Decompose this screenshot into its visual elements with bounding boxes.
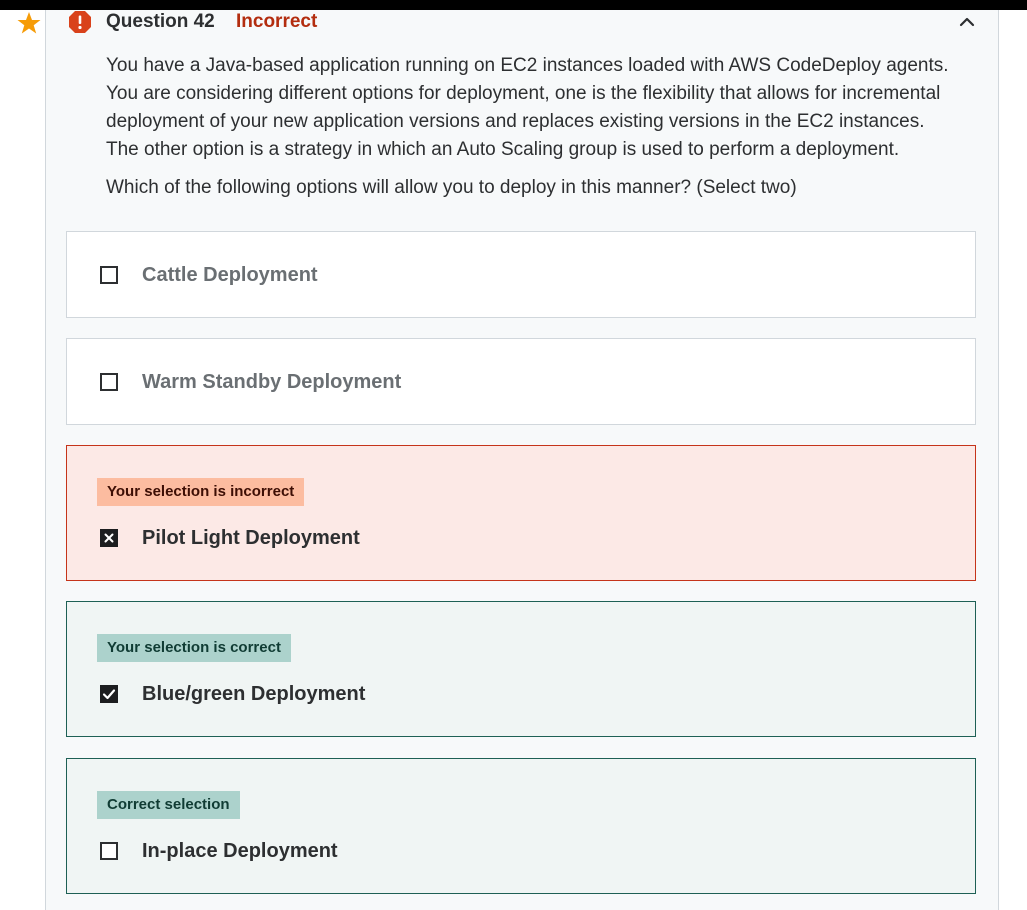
checkbox-empty-icon[interactable]: [100, 842, 118, 860]
answer-option-pilot-light[interactable]: Your selection is incorrect Pilot Light …: [66, 445, 976, 581]
option-label: In-place Deployment: [142, 840, 338, 862]
prompt-line: deployment of your new application versi…: [106, 111, 925, 132]
question-prompt: You have a Java-based application runnin…: [106, 52, 1006, 202]
checkbox-x-icon[interactable]: [100, 529, 118, 547]
checkbox-empty-icon[interactable]: [100, 266, 118, 284]
prompt-line: You are considering different options fo…: [106, 83, 941, 104]
incorrect-selection-badge: Your selection is incorrect: [97, 478, 305, 506]
option-label: Blue/green Deployment: [142, 683, 366, 705]
top-bar: [0, 0, 1027, 10]
answer-option-cattle[interactable]: Cattle Deployment: [66, 231, 976, 318]
option-label: Pilot Light Deployment: [142, 527, 360, 549]
question-ask: Which of the following options will allo…: [106, 177, 797, 198]
checkbox-empty-icon[interactable]: [100, 373, 118, 391]
prompt-line: The other option is a strategy in which …: [106, 139, 900, 160]
star-icon[interactable]: [17, 11, 41, 35]
answer-option-in-place[interactable]: Correct selection In-place Deployment: [66, 758, 976, 894]
checkbox-checked-icon[interactable]: [100, 685, 118, 703]
correct-answer-badge: Correct selection: [97, 791, 240, 819]
question-status: Incorrect: [236, 11, 318, 32]
chevron-up-icon[interactable]: [958, 13, 976, 31]
question-number: Question 42: [106, 11, 215, 32]
option-label: Cattle Deployment: [142, 264, 318, 286]
alert-icon: [68, 10, 92, 34]
prompt-line: You have a Java-based application runnin…: [106, 55, 949, 76]
option-label: Warm Standby Deployment: [142, 371, 402, 393]
correct-selection-badge: Your selection is correct: [97, 634, 291, 662]
answer-option-blue-green[interactable]: Your selection is correct Blue/green Dep…: [66, 601, 976, 737]
answer-option-warm-standby[interactable]: Warm Standby Deployment: [66, 338, 976, 425]
